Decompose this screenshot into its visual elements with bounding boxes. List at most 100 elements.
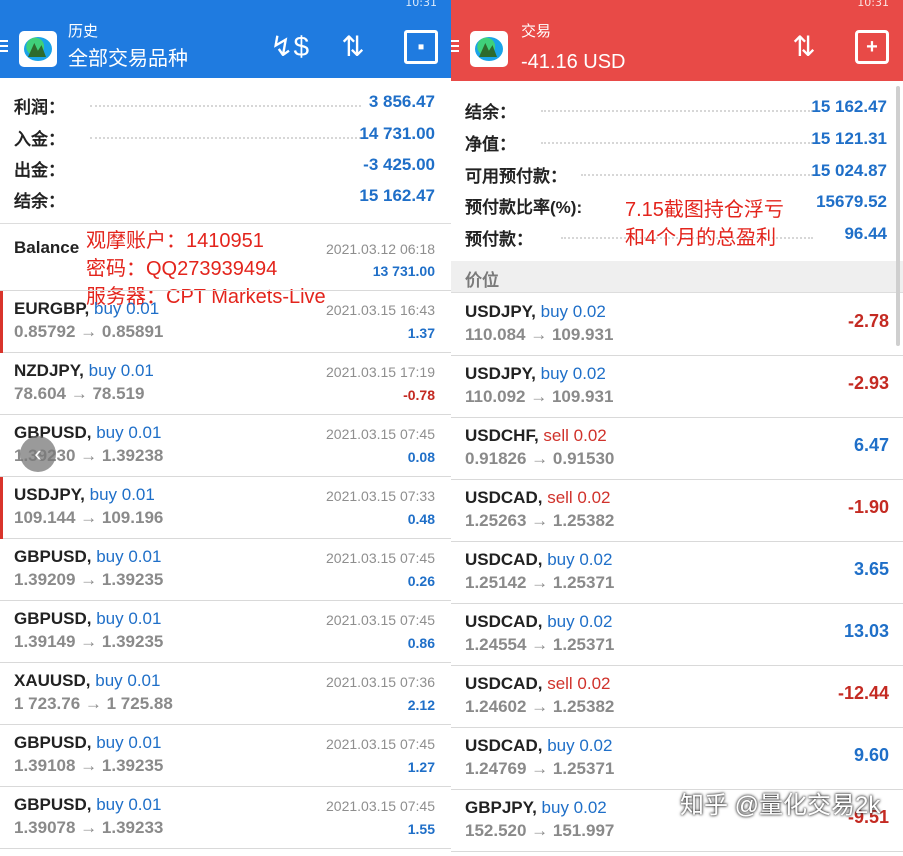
- currency-exchange-icon[interactable]: ↯$: [270, 30, 309, 64]
- new-order-icon[interactable]: +: [855, 30, 889, 64]
- position-row[interactable]: USDCAD, sell 0.02 1.25263 → 1.25382 -1.90: [451, 480, 903, 542]
- deal-time: 2021.03.15 07:45: [326, 550, 435, 566]
- position-row[interactable]: USDCAD, sell 0.02 1.24602 → 1.25382 -12.44: [451, 666, 903, 728]
- deal-time: 2021.03.15 16:43: [326, 302, 435, 318]
- deal-prices: 0.85792 → 0.85891: [14, 322, 164, 341]
- screenshot-root: 10:31 历史 全部交易品种 ↯$ ⇅ ▪ 利润： 3 856.47 入金： …: [0, 0, 903, 856]
- symbol-name: USDCAD,: [465, 488, 543, 507]
- deal-time: 2021.03.15 07:36: [326, 674, 435, 690]
- deal-row[interactable]: GBPUSD, buy 0.01 1.39108 → 1.39235 2021.03…: [0, 725, 451, 787]
- summary-label: 入金：: [14, 130, 65, 149]
- position-row[interactable]: USDCAD, buy 0.02 1.25142 → 1.25371 3.65: [451, 542, 903, 604]
- summary-label: 利润：: [14, 98, 65, 117]
- deal-time: 2021.03.15 07:45: [326, 798, 435, 814]
- symbol-name: XAUUSD,: [14, 671, 91, 690]
- deal-prices: 109.144 → 109.196: [14, 508, 164, 527]
- summary-label: 预付款：: [465, 230, 533, 249]
- summary-value: 15 162.47: [811, 97, 887, 116]
- position-prices: 1.25142 → 1.25371: [465, 573, 615, 592]
- symbol-name: USDJPY,: [14, 485, 85, 504]
- back-arrow-icon[interactable]: ‹: [20, 436, 56, 472]
- position-prices: 152.520 → 151.997: [465, 821, 615, 840]
- position-profit: 6.47: [853, 435, 889, 455]
- position-profit: -12.44: [837, 683, 889, 703]
- position-row[interactable]: USDCAD, buy 0.02 1.24554 → 1.25371 13.03: [451, 604, 903, 666]
- deal-action: buy 0.01: [96, 423, 162, 442]
- position-symbol: USDCAD, buy 0.02: [465, 550, 612, 570]
- summary-label: 可用预付款：: [465, 167, 567, 186]
- status-bar: 10:31: [451, 0, 903, 10]
- page-title: 历史: [68, 23, 99, 40]
- metatrader-logo-icon: [470, 31, 508, 67]
- position-profit: -2.93: [847, 373, 889, 393]
- history-appbar: 10:31 历史 全部交易品种 ↯$ ⇅ ▪: [0, 0, 451, 78]
- position-prices: 1.24602 → 1.25382: [465, 697, 615, 716]
- deal-symbol: XAUUSD, buy 0.01: [14, 671, 160, 691]
- position-symbol: USDCHF, sell 0.02: [465, 426, 607, 446]
- deal-action: buy 0.01: [96, 547, 162, 566]
- deal-row[interactable]: GBPUSD, buy 0.01 1.39230 → 1.39238 2021.03…: [0, 415, 451, 477]
- position-symbol: GBPJPY, buy 0.02: [465, 798, 607, 818]
- summary-value: 15 024.87: [811, 161, 887, 180]
- deal-time: 2021.03.15 07:33: [326, 488, 435, 504]
- position-profit: 3.65: [853, 559, 889, 579]
- deal-row[interactable]: GBPUSD, buy 0.01 1.39209 → 1.39235 2021.03…: [0, 539, 451, 601]
- scrollbar[interactable]: [896, 86, 900, 346]
- deal-time: 2021.03.12 06:18: [326, 241, 435, 257]
- watermark: 知乎 @量化交易2k: [680, 792, 881, 819]
- position-prices: 110.092 → 109.931: [465, 387, 614, 406]
- position-symbol: USDJPY, buy 0.02: [465, 364, 606, 384]
- deal-row[interactable]: GBPUSD, buy 0.01 1.39149 → 1.39235 2021.03…: [0, 601, 451, 663]
- deal-action: buy 0.01: [95, 671, 161, 690]
- summary-value: -3 425.00: [363, 155, 435, 174]
- menu-icon[interactable]: [451, 40, 459, 55]
- position-profit: 13.03: [843, 621, 889, 641]
- deal-symbol: USDJPY, buy 0.01: [14, 485, 155, 505]
- deal-prices: 1 723.76 → 1 725.88: [14, 694, 173, 713]
- deal-profit: -0.78: [403, 387, 435, 403]
- sort-icon[interactable]: ⇅: [787, 30, 821, 64]
- trade-panel: 10:31 交易 -41.16 USD ⇅ + 结余： 15 162.47 净值…: [451, 0, 903, 856]
- deal-time: 2021.03.15 07:45: [326, 612, 435, 628]
- deal-row[interactable]: XAUUSD, buy 0.01 1 723.76 → 1 725.88 2021.…: [0, 663, 451, 725]
- position-row[interactable]: USDJPY, buy 0.02 110.084 → 109.931 -2.78: [451, 294, 903, 356]
- symbol-name: GBPUSD,: [14, 609, 92, 628]
- deal-row[interactable]: NZDJPY, buy 0.01 78.604 → 78.519 2021.03.1…: [0, 353, 451, 415]
- summary-label: 预付款比率(%):: [465, 198, 583, 217]
- deal-time: 2021.03.15 07:45: [326, 426, 435, 442]
- deal-action: buy 0.01: [96, 795, 162, 814]
- position-action: buy 0.02: [540, 302, 606, 321]
- summary-row: 可用预付款： 15 024.87: [451, 157, 903, 189]
- deal-row[interactable]: EURGBP, buy 0.01 0.85792 → 0.85891 2021.03…: [0, 291, 451, 353]
- deal-profit: 2.12: [407, 697, 435, 713]
- sort-icon[interactable]: ⇅: [336, 30, 370, 64]
- menu-icon[interactable]: [0, 40, 8, 55]
- symbol-name: USDJPY,: [465, 302, 536, 321]
- deal-action: buy 0.01: [96, 733, 162, 752]
- position-profit: -2.78: [847, 311, 889, 331]
- deal-prices: 1.39149 → 1.39235: [14, 632, 164, 651]
- summary-label: 结余：: [465, 103, 516, 122]
- position-action: sell 0.02: [543, 426, 607, 445]
- dotted-leader: [90, 105, 361, 107]
- deal-profit: 0.08: [407, 449, 435, 465]
- page-subtitle[interactable]: 全部交易品种: [68, 46, 188, 72]
- position-profit: 9.60: [853, 745, 889, 765]
- position-row[interactable]: USDJPY, buy 0.02 110.092 → 109.931 -2.93: [451, 356, 903, 418]
- balance-row[interactable]: Balance 2021.03.12 06:18 13 731.00: [0, 224, 451, 291]
- deal-action: buy 0.01: [96, 609, 162, 628]
- status-clock: 10:31: [857, 0, 889, 9]
- deal-row[interactable]: USDJPY, buy 0.01 109.144 → 109.196 2021.03…: [0, 477, 451, 539]
- symbol-name: USDCAD,: [465, 736, 543, 755]
- deal-symbol: GBPUSD, buy 0.01: [14, 795, 161, 815]
- deal-row[interactable]: GBPUSD, buy 0.01 1.39078 → 1.39233 2021.03…: [0, 787, 451, 849]
- position-row[interactable]: USDCAD, buy 0.02 1.24769 → 1.25371 9.60: [451, 728, 903, 790]
- calendar-icon[interactable]: ▪: [404, 30, 438, 64]
- deal-time: 2021.03.15 07:45: [326, 736, 435, 752]
- deal-symbol: EURGBP, buy 0.01: [14, 299, 159, 319]
- position-row[interactable]: USDCHF, sell 0.02 0.91826 → 0.91530 6.47: [451, 418, 903, 480]
- position-action: buy 0.02: [541, 798, 607, 817]
- deal-profit: 1.55: [407, 821, 435, 837]
- symbol-name: GBPUSD,: [14, 733, 92, 752]
- summary-label: 结余：: [14, 192, 65, 211]
